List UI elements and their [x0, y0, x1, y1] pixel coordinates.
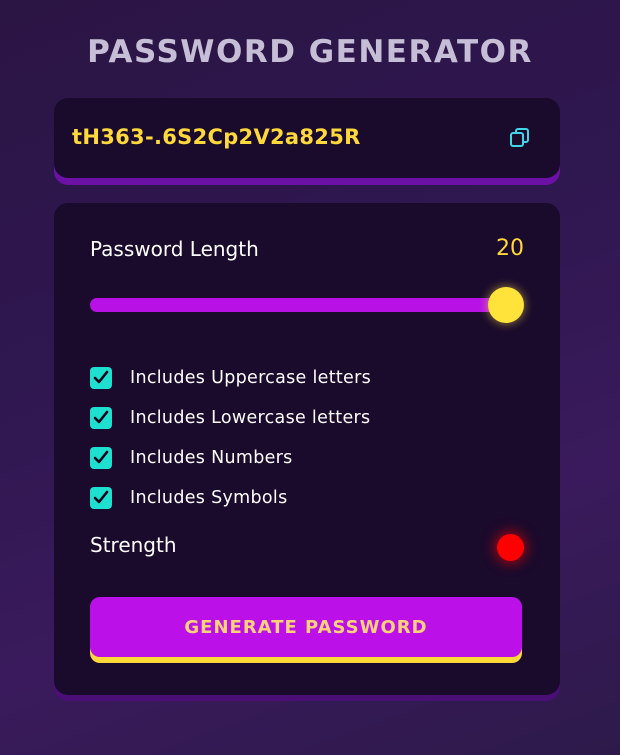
- option-numbers[interactable]: Includes Numbers: [90, 438, 530, 478]
- check-icon: [93, 370, 109, 384]
- settings-panel: Password Length 20 Includes Uppercase le…: [54, 203, 560, 695]
- generate-button-label: GENERATE PASSWORD: [184, 616, 428, 638]
- check-icon: [93, 450, 109, 464]
- password-value[interactable]: tH363-.6S2Cp2V2a825R: [72, 125, 361, 149]
- page-title: PASSWORD GENERATOR: [87, 34, 533, 70]
- symbols-checkbox[interactable]: [90, 487, 112, 509]
- password-length-label: Password Length: [90, 237, 259, 261]
- numbers-label: Includes Numbers: [130, 448, 293, 468]
- uppercase-label: Includes Uppercase letters: [130, 368, 372, 388]
- option-lowercase[interactable]: Includes Lowercase letters: [90, 398, 530, 438]
- uppercase-checkbox[interactable]: [90, 367, 112, 389]
- password-length-value: 20: [496, 236, 524, 261]
- password-output: tH363-.6S2Cp2V2a825R: [54, 98, 560, 178]
- length-slider[interactable]: [90, 287, 524, 323]
- lowercase-checkbox[interactable]: [90, 407, 112, 429]
- option-uppercase[interactable]: Includes Uppercase letters: [90, 358, 530, 398]
- strength-label: Strength: [90, 533, 177, 557]
- strength-indicator: [497, 534, 524, 561]
- length-slider-thumb[interactable]: [488, 287, 524, 323]
- options-list: Includes Uppercase letters Includes Lowe…: [90, 358, 530, 518]
- check-icon: [93, 410, 109, 424]
- option-symbols[interactable]: Includes Symbols: [90, 478, 530, 518]
- numbers-checkbox[interactable]: [90, 447, 112, 469]
- lowercase-label: Includes Lowercase letters: [130, 408, 371, 428]
- symbols-label: Includes Symbols: [130, 488, 288, 508]
- copy-icon[interactable]: [508, 126, 532, 150]
- check-icon: [93, 490, 109, 504]
- generate-password-button[interactable]: GENERATE PASSWORD: [90, 597, 522, 657]
